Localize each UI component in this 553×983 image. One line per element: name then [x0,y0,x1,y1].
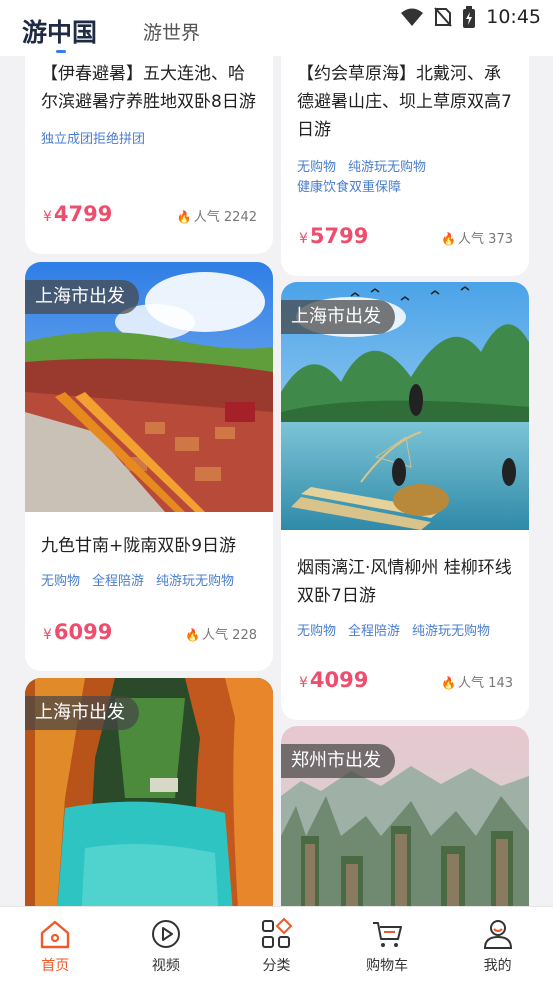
nav-label: 购物车 [366,958,409,974]
product-image: 上海市出发 [25,678,273,906]
product-card[interactable]: 上海市出发 九色甘南+陇南双卧9日游 无购物 全程陪游 纯游玩无购物 ¥6099 🔥… [25,262,273,671]
product-card[interactable]: 郑州市出发 [281,726,529,906]
price-row: ¥5799 🔥 人气 373 [299,224,513,248]
nav-label: 视频 [151,958,180,974]
product-feed[interactable]: 【伊春避暑】五大连池、哈尔滨避暑疗养胜地双卧8日游 独立成团拒绝拼团 ¥4799… [0,56,553,906]
tab-china[interactable]: 游中国 [22,13,97,49]
popularity: 🔥 人气 373 [441,232,513,247]
play-icon [151,920,180,948]
bottom-nav: 首页 视频 分类 购物车 我的 [0,906,553,983]
nav-cart[interactable]: 购物车 [332,907,443,983]
product-card[interactable]: 上海市出发 烟雨漓江·风情柳州 桂柳环线双卧7日游 无购物 全程陪游 纯游玩无购物 … [281,282,529,720]
nav-label: 分类 [262,958,291,974]
departure-badge: 上海市出发 [281,300,395,334]
flame-icon: 🔥 [441,232,457,246]
flame-icon: 🔥 [185,628,201,642]
departure-badge: 上海市出发 [25,696,139,730]
product-image: 上海市出发 [281,282,529,530]
price-row: ¥6099 🔥 人气 228 [43,620,257,644]
price: ¥5799 [299,224,369,248]
product-image: 上海市出发 [25,262,273,512]
product-tags: 无购物 纯游玩无购物 健康饮食双重保障 [281,158,529,198]
no-sim-icon [434,7,452,27]
tag: 无购物 [297,624,337,639]
nav-home[interactable]: 首页 [0,907,111,983]
clock: 10:45 [486,6,541,28]
price-row: ¥4799 🔥 人气 2242 [43,202,257,226]
tag: 全程陪游 [92,574,145,589]
price: ¥4799 [43,202,113,226]
popularity: 🔥 人气 228 [185,628,257,643]
product-title: 烟雨漓江·风情柳州 桂柳环线双卧7日游 [297,558,512,606]
product-title: 【约会草原海】北戴河、承德避暑山庄、坝上草原双高7日游 [297,64,512,140]
flame-icon: 🔥 [176,210,192,224]
tag: 纯游玩无购物 [348,160,427,175]
nav-video[interactable]: 视频 [111,907,222,983]
category-icon [262,917,293,948]
tag: 纯游玩无购物 [156,574,235,589]
status-bar: 10:45 [400,6,541,28]
tag: 纯游玩无购物 [412,624,491,639]
popularity: 🔥 人气 2242 [176,210,257,225]
tag: 全程陪游 [348,624,401,639]
flame-icon: 🔥 [441,676,457,690]
tag: 无购物 [297,160,337,175]
product-title: 【伊春避暑】五大连池、哈尔滨避暑疗养胜地双卧8日游 [41,64,256,112]
price-row: ¥4099 🔥 人气 143 [299,668,513,692]
product-tags: 无购物 全程陪游 纯游玩无购物 [281,622,529,642]
battery-icon [463,6,476,28]
product-title: 九色甘南+陇南双卧9日游 [41,536,237,556]
popularity: 🔥 人气 143 [441,676,513,691]
tab-world[interactable]: 游世界 [143,18,200,45]
tag: 独立成团拒绝拼团 [41,132,146,147]
wifi-icon [401,8,424,26]
nav-label: 我的 [483,958,512,974]
departure-badge: 上海市出发 [25,280,139,314]
product-card[interactable]: 【约会草原海】北戴河、承德避暑山庄、坝上草原双高7日游 无购物 纯游玩无购物 健康… [281,56,529,276]
tab-indicator [56,50,66,53]
product-card[interactable]: 上海市出发 [25,678,273,906]
tag: 健康饮食双重保障 [297,180,402,195]
top-bar: 游中国 游世界 10:45 [0,0,553,56]
product-card[interactable]: 【伊春避暑】五大连池、哈尔滨避暑疗养胜地双卧8日游 独立成团拒绝拼团 ¥4799… [25,56,273,254]
nav-label: 首页 [41,958,70,974]
nav-profile[interactable]: 我的 [442,907,553,983]
nav-category[interactable]: 分类 [221,907,332,983]
cart-icon [373,922,403,947]
price: ¥4099 [299,668,369,692]
tag: 无购物 [41,574,81,589]
departure-badge: 郑州市出发 [281,744,395,778]
product-tags: 无购物 全程陪游 纯游玩无购物 [25,572,273,592]
product-image: 郑州市出发 [281,726,529,906]
home-icon [41,920,70,949]
product-tags: 独立成团拒绝拼团 [25,130,273,150]
profile-icon [483,920,512,949]
app-screen: 游中国 游世界 10:45 【伊春避暑】五大连池、哈尔滨避暑疗养胜地双卧8日游 … [0,0,553,983]
price: ¥6099 [43,620,113,644]
